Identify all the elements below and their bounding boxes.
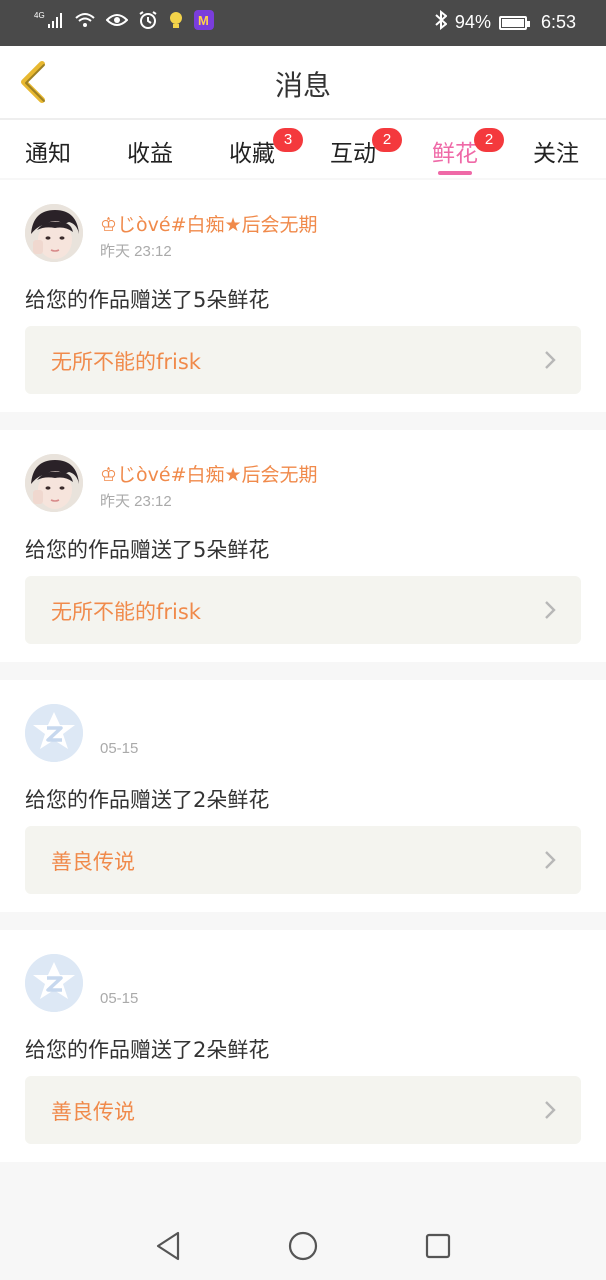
sender-name[interactable]: ♔じòvé#白痴★后会无期 <box>100 210 318 237</box>
count-badge: 2 <box>474 128 504 152</box>
eye-icon <box>105 12 129 32</box>
count-badge: 2 <box>372 128 402 152</box>
message-time: 05-15 <box>100 740 139 757</box>
home-nav-icon[interactable] <box>283 1228 323 1264</box>
tab-label: 鲜花 <box>432 141 478 167</box>
work-link[interactable]: 无所不能的frisk <box>25 326 581 394</box>
message-text: 给您的作品赠送了5朵鲜花 <box>25 288 270 312</box>
bulb-icon <box>168 10 184 34</box>
page-title: 消息 <box>274 69 331 102</box>
work-title: 善良传说 <box>51 850 135 874</box>
work-title: 无所不能的frisk <box>51 600 201 624</box>
message-card: 05-15 给您的作品赠送了2朵鲜花 善良传说 <box>0 930 606 1162</box>
tab-favorites[interactable]: 收藏 3 <box>229 128 303 168</box>
chevron-right-icon <box>545 601 556 619</box>
signal-icon: 4G <box>34 10 64 34</box>
work-link[interactable]: 善良传说 <box>25 1076 581 1144</box>
tab-notice[interactable]: 通知 <box>25 134 71 168</box>
default-avatar-icon[interactable] <box>25 954 83 1012</box>
tab-follow[interactable]: 关注 <box>533 134 579 168</box>
sender-name[interactable]: ♔じòvé#白痴★后会无期 <box>100 460 318 487</box>
message-card: 05-15 给您的作品赠送了2朵鲜花 善良传说 <box>0 680 606 912</box>
message-tabs: 通知 收益 收藏 3 互动 2 鲜花 2 关注 <box>0 118 606 178</box>
tab-income[interactable]: 收益 <box>127 134 173 168</box>
default-avatar-icon[interactable] <box>25 704 83 762</box>
tab-label: 关注 <box>533 141 579 167</box>
tab-label: 通知 <box>25 141 71 167</box>
status-bar: 4G M 94% 6:53 <box>0 0 606 46</box>
app-m-icon: M <box>194 10 214 34</box>
work-link[interactable]: 无所不能的frisk <box>25 576 581 644</box>
count-badge: 3 <box>273 128 303 152</box>
tab-flowers[interactable]: 鲜花 2 <box>432 128 504 175</box>
work-title: 无所不能的frisk <box>51 350 201 374</box>
avatar[interactable] <box>25 204 83 262</box>
message-card: ♔じòvé#白痴★后会无期 昨天 23:12 给您的作品赠送了5朵鲜花 无所不能… <box>0 430 606 662</box>
wifi-icon <box>74 11 96 33</box>
recents-nav-icon[interactable] <box>418 1228 458 1264</box>
work-title: 善良传说 <box>51 1100 135 1124</box>
chevron-right-icon <box>545 351 556 369</box>
svg-text:4G: 4G <box>34 11 45 20</box>
message-card: ♔じòvé#白痴★后会无期 昨天 23:12 给您的作品赠送了5朵鲜花 无所不能… <box>0 180 606 412</box>
bluetooth-icon <box>435 9 448 35</box>
clock: 6:53 <box>540 12 576 32</box>
message-time: 昨天 23:12 <box>100 493 172 510</box>
message-time: 05-15 <box>100 990 139 1007</box>
work-link[interactable]: 善良传说 <box>25 826 581 894</box>
system-nav-bar <box>0 1212 606 1280</box>
message-text: 给您的作品赠送了2朵鲜花 <box>25 788 270 812</box>
battery-icon <box>498 15 530 30</box>
message-time: 昨天 23:12 <box>100 243 172 260</box>
alarm-icon <box>138 10 158 34</box>
tab-label: 收藏 <box>229 141 275 167</box>
status-left-icons: 4G M <box>34 10 214 34</box>
message-text: 给您的作品赠送了2朵鲜花 <box>25 1038 270 1062</box>
tab-interaction[interactable]: 互动 2 <box>330 128 402 168</box>
battery-percent: 94% <box>454 12 491 32</box>
avatar[interactable] <box>25 454 83 512</box>
status-right: 94% 6:53 <box>435 9 576 35</box>
tab-label: 互动 <box>330 141 376 167</box>
svg-text:M: M <box>198 13 209 28</box>
active-tab-indicator <box>438 171 472 175</box>
chevron-right-icon <box>545 851 556 869</box>
back-nav-icon[interactable] <box>150 1228 190 1264</box>
message-text: 给您的作品赠送了5朵鲜花 <box>25 538 270 562</box>
chevron-right-icon <box>545 1101 556 1119</box>
title-bar: 消息 <box>0 46 606 118</box>
tab-label: 收益 <box>127 141 173 167</box>
